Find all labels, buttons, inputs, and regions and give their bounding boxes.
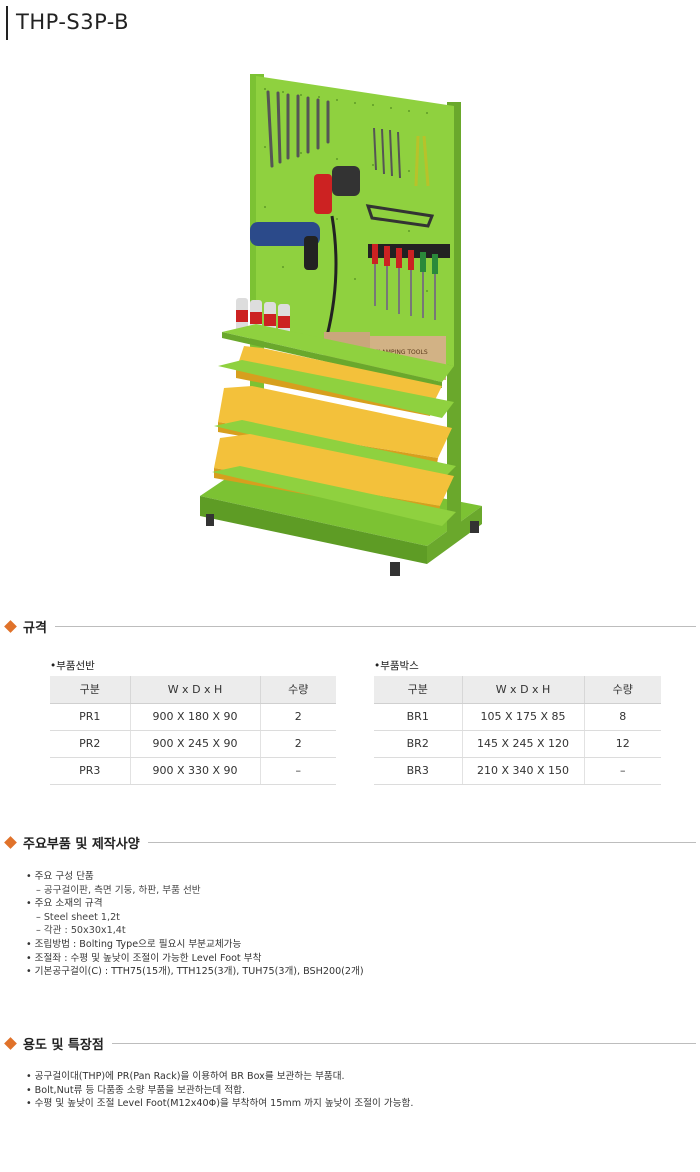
parts-list: 주요 구성 단품 – 공구걸이판, 측면 기둥, 하판, 부품 선반 주요 소재…: [26, 870, 364, 979]
list-item: 주요 구성 단품: [26, 870, 364, 884]
product-title: THP-S3P-B: [16, 10, 130, 34]
list-item: 기본공구걸이(C) : TTH75(15개), TTH125(3개), TUH7…: [26, 965, 364, 979]
section-parts-title: 주요부품 및 제작사양: [23, 836, 140, 852]
section-parts: 주요부품 및 제작사양: [4, 832, 696, 852]
list-item: 주요 소재의 규격: [26, 897, 364, 911]
shelf-spec-table: 구분 W x D x H 수량 PR1 900 X 180 X 90 2 PR2…: [50, 676, 336, 785]
section-divider: [111, 1042, 696, 1044]
table-cell: 2: [259, 730, 336, 758]
table-cell: 8: [583, 703, 661, 731]
table-header-row: 구분 W x D x H 수량: [374, 676, 661, 704]
list-item: 공구걸이대(THP)에 PR(Pan Rack)을 이용하여 BR Box를 보…: [26, 1070, 413, 1084]
section-spec: 규격: [4, 616, 696, 636]
diamond-bullet-icon: [4, 835, 17, 849]
table-cell: 900 X 180 X 90: [129, 703, 260, 731]
list-subitem: – Steel sheet 1,2t: [36, 911, 120, 923]
shelf-table-caption: •부품선반: [50, 660, 95, 672]
table-cell: –: [259, 757, 336, 785]
table-row: PR1 900 X 180 X 90 2: [50, 703, 336, 731]
table-row: BR2 145 X 245 X 120 12: [374, 730, 661, 758]
column-header: 구분: [50, 676, 130, 704]
box-spec-table: 구분 W x D x H 수량 BR1 105 X 175 X 85 8 BR2…: [374, 676, 661, 785]
table-cell: 105 X 175 X 85: [461, 703, 584, 731]
list-item: 조절좌 : 수평 및 높낮이 조절이 가능한 Level Foot 부착: [26, 952, 364, 966]
table-row: PR3 900 X 330 X 90 –: [50, 757, 336, 785]
table-cell: –: [583, 757, 661, 785]
table-cell: 145 X 245 X 120: [461, 730, 584, 758]
section-usage-title: 용도 및 특장점: [23, 1037, 104, 1053]
table-cell: 900 X 245 X 90: [129, 730, 260, 758]
product-image: CLAMPING TOOLS: [200, 74, 482, 576]
table-cell: PR3: [50, 757, 130, 785]
table-cell: PR2: [50, 730, 130, 758]
diamond-bullet-icon: [4, 1036, 17, 1050]
section-spec-title: 규격: [23, 620, 47, 636]
table-row: BR1 105 X 175 X 85 8: [374, 703, 661, 731]
section-usage: 용도 및 특장점: [4, 1033, 696, 1053]
column-header: 구분: [374, 676, 462, 704]
table-cell: 2: [259, 703, 336, 731]
column-header: W x D x H: [461, 676, 584, 704]
column-header: W x D x H: [129, 676, 260, 704]
table-cell: 900 X 330 X 90: [129, 757, 260, 785]
diamond-bullet-icon: [4, 619, 17, 633]
table-row: BR3 210 X 340 X 150 –: [374, 757, 661, 785]
section-divider: [54, 625, 696, 627]
table-header-row: 구분 W x D x H 수량: [50, 676, 336, 704]
table-cell: BR3: [374, 757, 462, 785]
table-cell: BR2: [374, 730, 462, 758]
list-item: 조립방법 : Bolting Type으로 필요시 부분교체가능: [26, 938, 364, 952]
column-header: 수량: [259, 676, 336, 704]
list-subitem: – 공구걸이판, 측면 기둥, 하판, 부품 선반: [36, 884, 201, 896]
table-cell: BR1: [374, 703, 462, 731]
title-bar: THP-S3P-B: [6, 6, 129, 40]
list-item: 수평 및 높낮이 조절 Level Foot(M12x40Φ)을 부착하여 15…: [26, 1097, 414, 1111]
usage-list: 공구걸이대(THP)에 PR(Pan Rack)을 이용하여 BR Box를 보…: [26, 1070, 414, 1111]
column-header: 수량: [583, 676, 661, 704]
table-cell: 210 X 340 X 150: [461, 757, 584, 785]
list-subitem: – 각관 : 50x30x1,4t: [36, 925, 126, 937]
table-cell: PR1: [50, 703, 130, 731]
box-table-caption: •부품박스: [374, 660, 419, 672]
table-row: PR2 900 X 245 X 90 2: [50, 730, 336, 758]
section-divider: [147, 841, 696, 843]
list-item: Bolt,Nut류 등 다품종 소량 부품을 보관하는데 적합.: [26, 1084, 413, 1098]
table-cell: 12: [583, 730, 661, 758]
